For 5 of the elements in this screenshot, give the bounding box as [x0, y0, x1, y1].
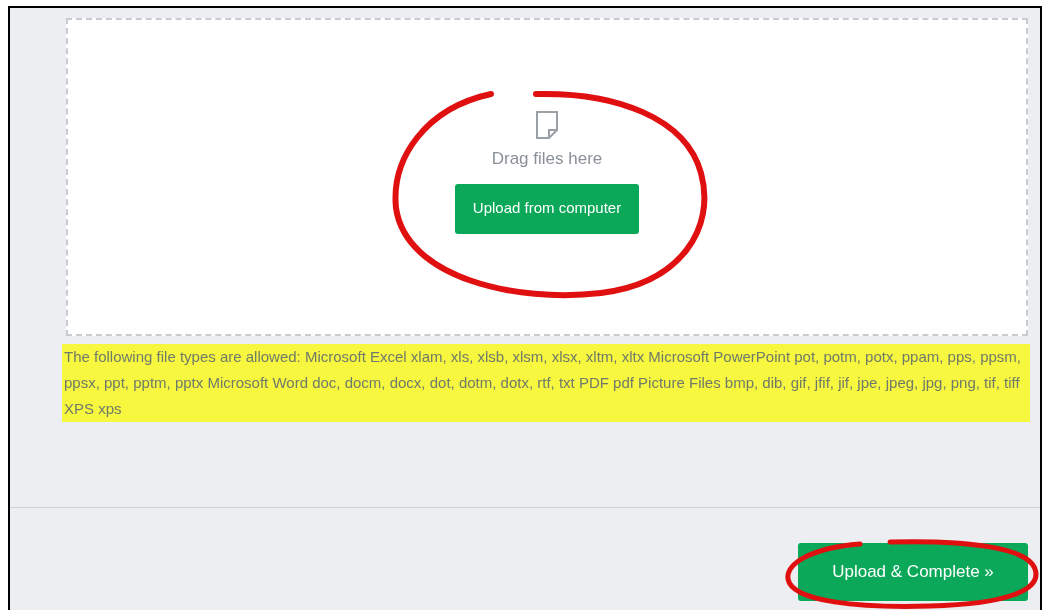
upload-complete-button[interactable]: Upload & Complete »	[798, 543, 1028, 601]
allowed-file-types-text: The following file types are allowed: Microsoft Excel xlam, xls, xlsb, xlsm, xlsx, xltm, xltx Microsoft PowerPoint pot, potm, potx, ppam, pps, ppsm, ppsx, ppt, pptm, pptx Microsoft Word doc, docm, docx, dot, dotm, dotx, rtf, txt PDF pdf Picture Files bmp, dib, gif, jfif, jif, jpe, jpeg, jpg, png, tif, tiff XPS xps	[62, 344, 1030, 422]
drag-files-text: Drag files here	[491, 148, 603, 170]
file-icon	[535, 110, 559, 140]
upload-from-computer-button[interactable]: Upload from computer	[454, 183, 640, 234]
